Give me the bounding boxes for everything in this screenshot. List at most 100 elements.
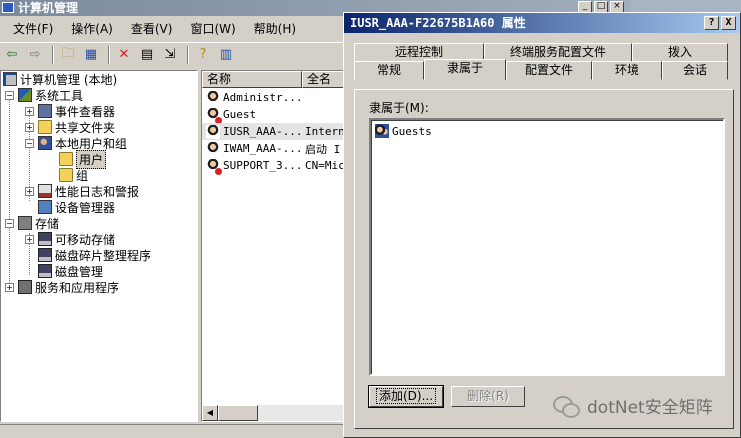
horizontal-scrollbar[interactable]: ◀ <box>202 405 345 421</box>
disk-management-icon <box>38 264 52 278</box>
folder-icon <box>59 152 73 166</box>
tree-label: 性能日志和警报 <box>55 184 140 199</box>
collapse-icon[interactable]: − <box>25 138 34 148</box>
tree-label: 事件查看器 <box>55 104 116 119</box>
column-header-name[interactable]: 名称 <box>202 71 302 88</box>
menu-help[interactable]: 帮助(H) <box>245 19 305 39</box>
add-button[interactable]: 添加(D)... <box>368 385 444 408</box>
tab-terminal-services-profile[interactable]: 终端服务配置文件 <box>484 43 632 62</box>
tree-item-system-tools[interactable]: − 系统工具 <box>5 87 83 103</box>
list-item[interactable]: SUPPORT_3... CN=Mic <box>202 157 345 175</box>
tree-item-removable-storage[interactable]: + 可移动存储 <box>25 231 115 247</box>
help-button[interactable]: ? <box>704 16 719 30</box>
user-name: SUPPORT_3... <box>223 159 303 172</box>
user-name: IWAM_AAA-... <box>223 142 303 155</box>
remove-button[interactable]: 删除(R) <box>451 386 525 407</box>
dialog-title-bar[interactable]: IUSR_AAA-F22675B1A60 属性 ? X <box>344 13 740 33</box>
tree-item-groups[interactable]: 组 <box>59 167 88 183</box>
disabled-user-icon <box>206 107 222 124</box>
scroll-left-icon[interactable]: ◀ <box>202 405 218 421</box>
console-tree[interactable]: 计算机管理 (本地) − 系统工具 + 事件查看器 + 共享文件夹 − 本地用户… <box>0 70 198 422</box>
background-window-strip <box>630 0 741 12</box>
tree-label: 计算机管理 (本地) <box>20 72 118 87</box>
tree-item-perf-logs[interactable]: + 性能日志和警报 <box>25 183 139 199</box>
tab-environment[interactable]: 环境 <box>592 61 662 80</box>
disabled-user-icon <box>206 158 222 175</box>
help-icon[interactable]: ? <box>193 45 213 65</box>
toolbar-separator <box>108 45 110 64</box>
tab-member-of[interactable]: 隶属于 <box>424 59 506 80</box>
close-button[interactable]: X <box>721 16 736 30</box>
tree-line <box>9 95 10 289</box>
menu-bar: 文件(F) 操作(A) 查看(V) 窗口(W) 帮助(H) <box>0 18 345 40</box>
menu-window[interactable]: 窗口(W) <box>181 19 244 39</box>
list-item-selected[interactable]: IUSR_AAA-... Intern <box>202 123 345 140</box>
main-window-title: 计算机管理 <box>18 1 79 15</box>
tree-item-event-viewer[interactable]: + 事件查看器 <box>25 103 115 119</box>
removable-storage-icon <box>38 232 52 246</box>
expand-icon[interactable]: + <box>5 282 14 292</box>
user-fullname: CN=Mic <box>305 159 345 172</box>
list-item[interactable]: Administr... <box>202 89 345 106</box>
up-folder-icon[interactable]: 🗀 <box>58 45 78 65</box>
tree-item-defrag[interactable]: 磁盘碎片整理程序 <box>38 247 151 263</box>
dialog-controls: ? X <box>704 16 736 30</box>
computer-management-icon <box>2 2 14 13</box>
tab-dial-in[interactable]: 拨入 <box>632 43 728 62</box>
group-icon <box>375 124 389 138</box>
export-icon[interactable]: ⇲ <box>160 45 180 65</box>
tab-profile[interactable]: 配置文件 <box>506 61 592 80</box>
storage-icon <box>18 216 32 230</box>
watermark: dotNet安全矩阵 <box>553 393 713 418</box>
column-header-fullname[interactable]: 全名 <box>302 71 345 88</box>
list-header: 名称 全名 <box>202 71 345 88</box>
expand-icon[interactable]: + <box>25 122 34 132</box>
expand-icon[interactable]: + <box>25 234 34 244</box>
user-name: Administr... <box>223 91 303 104</box>
back-icon[interactable]: ⇦ <box>2 45 22 65</box>
delete-icon[interactable]: ✕ <box>114 45 134 65</box>
list-item[interactable]: Guest <box>202 106 345 124</box>
list-item[interactable]: Guests <box>375 124 432 138</box>
tab-sessions[interactable]: 会话 <box>662 61 728 80</box>
menu-action[interactable]: 操作(A) <box>62 19 122 39</box>
list-item[interactable]: IWAM_AAA-... 启动 I <box>202 140 345 157</box>
group-name: Guests <box>392 124 432 138</box>
show-tree-icon[interactable]: ▦ <box>81 45 101 65</box>
tree-item-services[interactable]: + 服务和应用程序 <box>5 279 119 295</box>
expand-icon[interactable]: + <box>25 186 34 196</box>
show-pane-icon[interactable]: ▥ <box>216 45 236 65</box>
member-of-label: 隶属于(M): <box>369 101 429 115</box>
user-icon <box>206 141 220 156</box>
collapse-icon[interactable]: − <box>5 90 14 100</box>
member-of-list[interactable]: Guests <box>369 118 725 376</box>
user-icon <box>206 90 220 105</box>
tab-general[interactable]: 常规 <box>354 61 424 80</box>
tree-item-storage[interactable]: − 存储 <box>5 215 59 231</box>
tree-label: 磁盘管理 <box>55 264 104 279</box>
tree-label: 系统工具 <box>35 88 84 103</box>
forward-icon[interactable]: ⇨ <box>25 45 45 65</box>
menu-file[interactable]: 文件(F) <box>4 19 62 39</box>
users-list[interactable]: 名称 全名 Administr... Guest IUSR_AAA-... In… <box>201 70 346 422</box>
tree-item-disk-mgmt[interactable]: 磁盘管理 <box>38 263 103 279</box>
tree-item-device-manager[interactable]: 设备管理器 <box>38 199 115 215</box>
event-viewer-icon <box>38 104 52 118</box>
tree-item-shared-folders[interactable]: + 共享文件夹 <box>25 119 115 135</box>
properties-dialog: IUSR_AAA-F22675B1A60 属性 ? X 远程控制 终端服务配置文… <box>343 12 741 438</box>
properties-icon[interactable]: ▤ <box>137 45 157 65</box>
add-button-label: 添加(D)... <box>375 388 437 404</box>
tree-item-users[interactable]: 用户 <box>59 149 107 169</box>
user-fullname: 启动 I <box>305 142 341 156</box>
status-bar <box>0 424 345 438</box>
member-of-panel: 隶属于(M): Guests 添加(D)... 删除(R) <box>354 89 734 429</box>
computer-icon <box>3 72 17 86</box>
expand-icon[interactable]: + <box>25 106 34 116</box>
collapse-icon[interactable]: − <box>5 218 14 228</box>
user-icon <box>206 124 220 139</box>
tools-icon <box>18 88 32 102</box>
scroll-thumb[interactable] <box>218 405 258 421</box>
menu-view[interactable]: 查看(V) <box>122 19 182 39</box>
tree-item-root[interactable]: 计算机管理 (本地) <box>3 71 117 87</box>
wechat-icon <box>553 395 580 418</box>
